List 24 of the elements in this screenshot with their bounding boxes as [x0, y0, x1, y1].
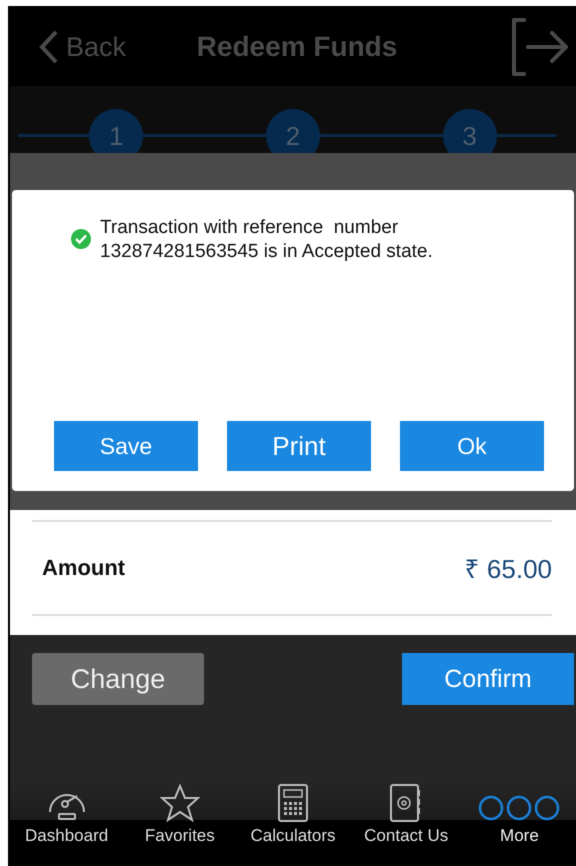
- more-icon: [478, 794, 560, 822]
- check-icon: [70, 228, 92, 250]
- tab-item[interactable]: Favorites: [123, 780, 236, 856]
- tab-item[interactable]: Dashboard: [10, 780, 124, 856]
- address-book-icon: [390, 784, 422, 822]
- amount-label: Amount: [42, 555, 126, 581]
- calculator-icon: [278, 784, 308, 822]
- back-button[interactable]: Back: [38, 29, 126, 65]
- step-indicator: 2: [266, 109, 320, 153]
- tab-item[interactable]: Calculators: [236, 780, 350, 856]
- dialog-button[interactable]: Print: [227, 421, 371, 471]
- star-icon: [160, 784, 200, 822]
- tab-item[interactable]: More: [462, 780, 576, 856]
- change-button[interactable]: Change: [32, 653, 204, 705]
- dialog-button[interactable]: Save: [54, 421, 198, 471]
- chevron-left-icon: [38, 29, 60, 65]
- step-indicator: 1: [89, 109, 144, 153]
- screen-title: Redeem Funds: [196, 31, 398, 63]
- tab-item[interactable]: Contact Us: [350, 780, 463, 856]
- dialog-button[interactable]: Ok: [400, 421, 544, 471]
- amount-value: ₹ 65.00: [464, 553, 552, 586]
- confirm-button[interactable]: Confirm: [402, 653, 574, 705]
- status-message: Transaction with reference number 132874281563545 is in Accepted state.: [100, 216, 434, 264]
- step-indicator: 3: [442, 109, 497, 153]
